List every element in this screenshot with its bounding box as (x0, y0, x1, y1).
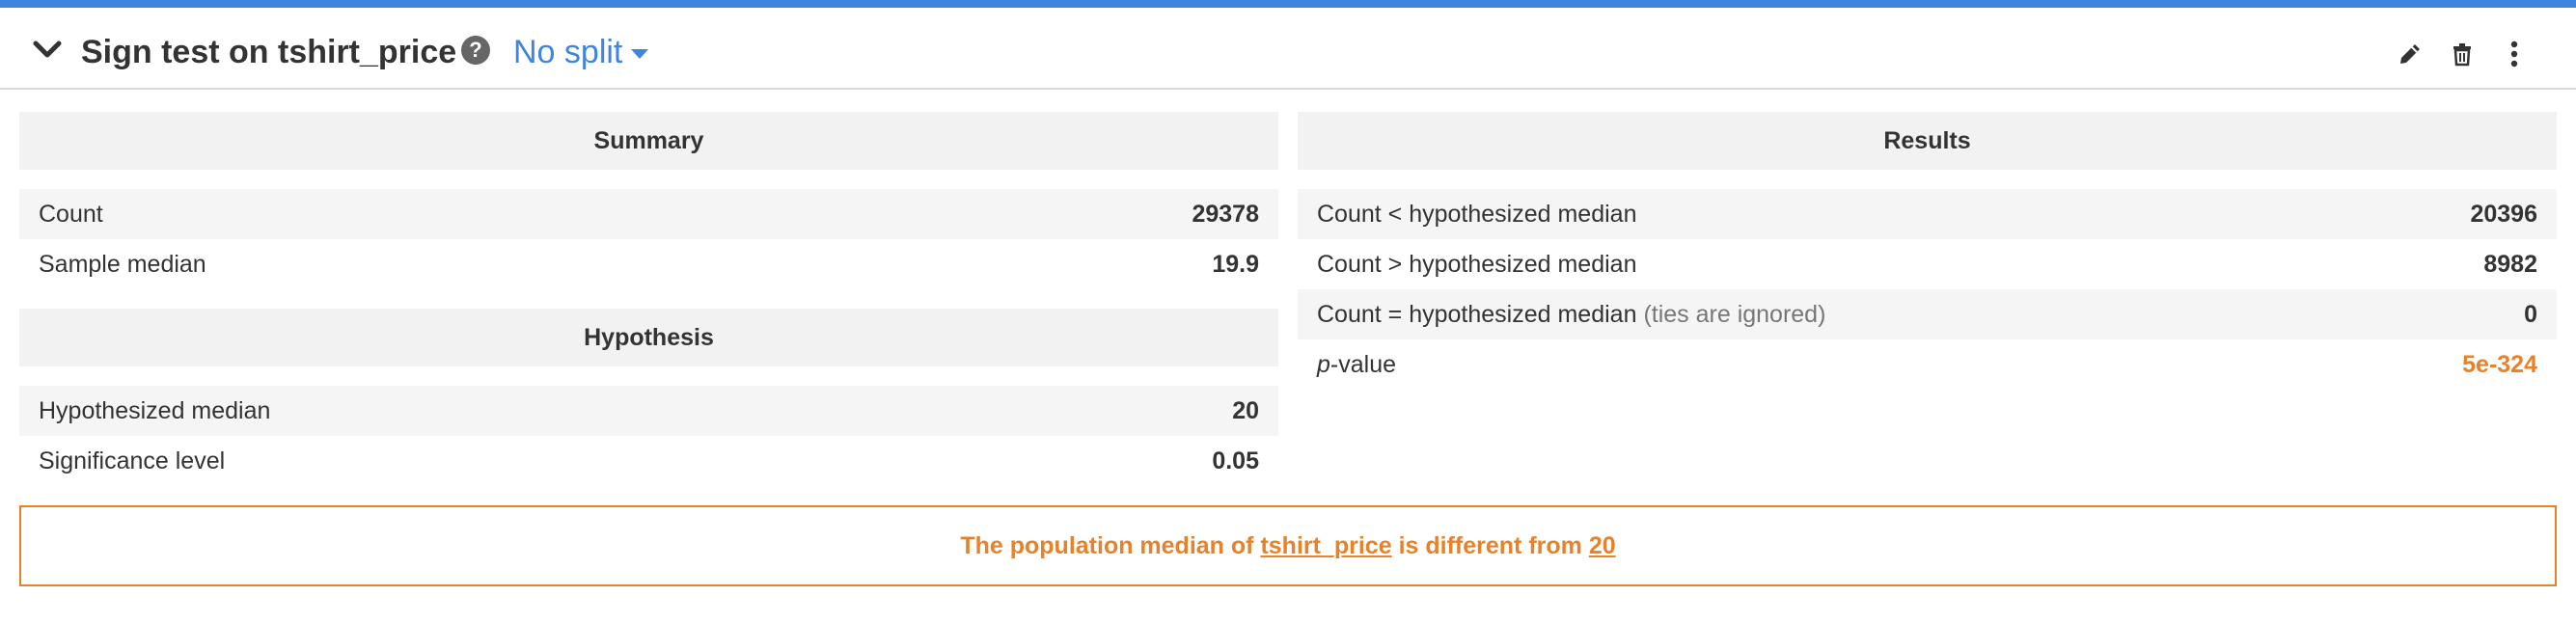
row-value: 20 (1232, 397, 1259, 424)
summary-row-sample-median: Sample median 19.9 (19, 239, 1278, 289)
card-title: Sign test on tshirt_price (81, 34, 457, 70)
summary-row-count: Count 29378 (19, 189, 1278, 239)
split-label: No split (513, 34, 623, 70)
row-label: p-value (1317, 339, 1396, 390)
verdict-banner: The population median of tshirt_price is… (19, 505, 2557, 586)
verdict-middle: is different from (1398, 532, 1582, 559)
trash-icon[interactable] (2449, 41, 2476, 68)
results-row-p-value: p-value 5e-324 (1298, 339, 2557, 390)
row-label: Hypothesized median (39, 397, 271, 424)
row-label-text: -value (1329, 351, 1396, 378)
row-value: 0 (2524, 301, 2537, 328)
more-vertical-icon[interactable] (2501, 41, 2528, 68)
chevron-down-icon[interactable] (33, 41, 62, 60)
results-row-count-less: Count < hypothesized median 20396 (1298, 189, 2557, 239)
pencil-icon[interactable] (2397, 41, 2424, 68)
summary-heading: Summary (19, 112, 1278, 170)
verdict-variable: tshirt_price (1260, 532, 1392, 559)
top-accent-bar (0, 0, 2576, 8)
p-value: 5e-324 (2462, 351, 2537, 378)
split-dropdown[interactable]: No split (513, 33, 649, 71)
row-label: Sample median (39, 251, 206, 278)
row-value: 29378 (1192, 201, 1259, 228)
p-symbol: p (1317, 351, 1330, 378)
hypothesis-heading: Hypothesis (19, 309, 1278, 366)
row-label-text: Count = hypothesized median (1317, 301, 1637, 328)
row-label: Count > hypothesized median (1317, 251, 1637, 278)
verdict-prefix: The population median of (960, 532, 1254, 559)
help-icon[interactable]: ? (461, 36, 490, 65)
card-header: Sign test on tshirt_price ? No split (0, 8, 2576, 90)
row-label: Significance level (39, 447, 226, 474)
row-label: Count = hypothesized median (ties are ig… (1317, 289, 1825, 339)
row-value: 8982 (2483, 251, 2537, 278)
hypothesis-row-significance: Significance level 0.05 (19, 436, 1278, 486)
verdict-target: 20 (1588, 532, 1616, 559)
row-value: 20396 (2470, 201, 2537, 228)
results-heading: Results (1298, 112, 2557, 170)
row-value: 19.9 (1212, 251, 1259, 278)
results-row-count-equal: Count = hypothesized median (ties are ig… (1298, 289, 2557, 339)
row-label: Count (39, 201, 103, 228)
hypothesis-row-median: Hypothesized median 20 (19, 386, 1278, 436)
caret-down-icon (631, 49, 649, 60)
row-label: Count < hypothesized median (1317, 201, 1637, 228)
row-value: 0.05 (1212, 447, 1259, 474)
results-row-count-greater: Count > hypothesized median 8982 (1298, 239, 2557, 289)
row-label-note: (ties are ignored) (1643, 301, 1826, 328)
